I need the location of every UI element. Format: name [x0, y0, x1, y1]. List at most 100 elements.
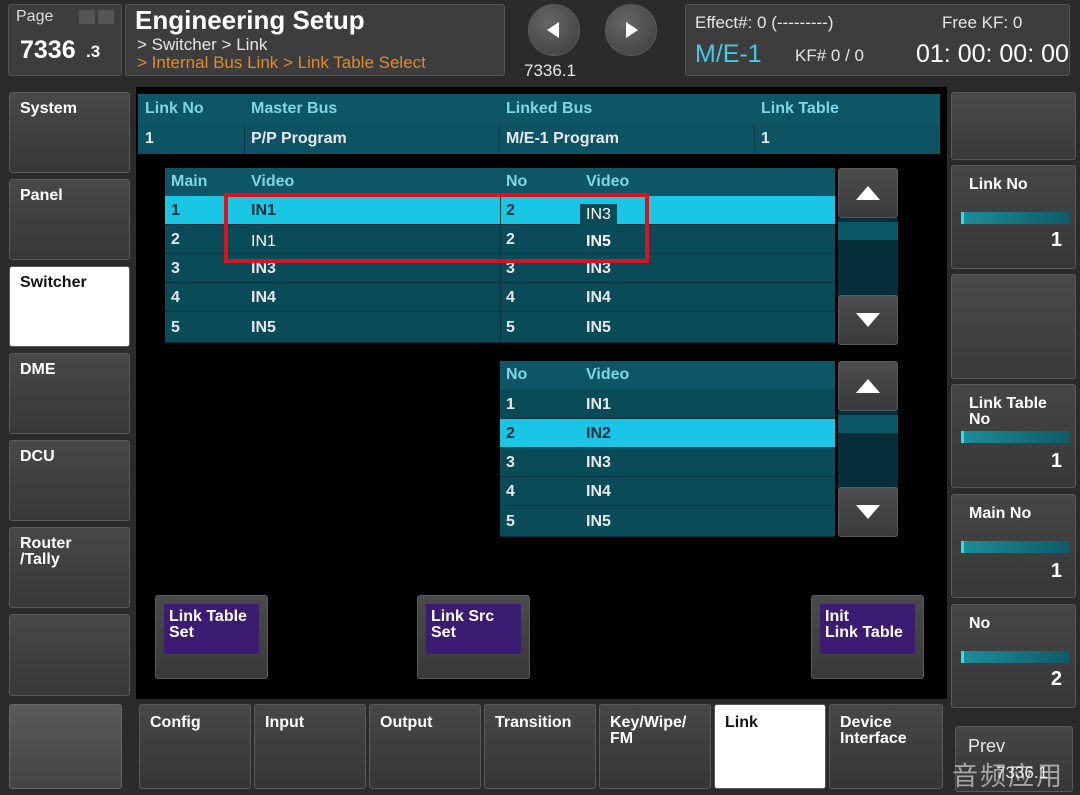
me-indicator: M/E-1 — [695, 40, 762, 68]
tab-label: Device Interface — [840, 714, 907, 747]
link-table-row[interactable]: 1 P/P Program M/E-1 Program 1 — [138, 124, 940, 154]
bottom-left-button[interactable] — [9, 704, 122, 789]
table-cell: 2 — [171, 231, 180, 248]
sidebar-item-dcu[interactable]: DCU — [9, 440, 130, 521]
param-label: Link Table No — [969, 395, 1047, 428]
table-cell: 5 — [506, 513, 515, 530]
param-label: Link No — [969, 176, 1028, 193]
param-level-bar — [961, 212, 1070, 224]
column-header: Linked Bus — [506, 100, 593, 117]
sidebar-empty-slot — [9, 614, 130, 696]
scroll-up-button[interactable] — [838, 168, 898, 218]
table-cell: IN3 — [586, 454, 611, 471]
scrollbar-thumb[interactable] — [838, 222, 898, 240]
table-cell: IN4 — [586, 483, 611, 500]
scroll-down-button[interactable] — [838, 487, 898, 537]
column-header: Link No — [145, 100, 204, 117]
table-cell: 5 — [506, 319, 515, 336]
table-cell: IN4 — [586, 289, 611, 306]
table-cell: P/P Program — [251, 130, 347, 147]
button-label: Init Link Table — [825, 608, 903, 641]
param-no[interactable]: No 2 — [951, 604, 1076, 708]
tab-output[interactable]: Output — [369, 704, 481, 789]
prev-label: Prev — [968, 736, 1006, 756]
column-divider — [244, 124, 245, 154]
table-row[interactable]: 4 IN4 — [500, 477, 835, 506]
column-header: Video — [586, 366, 630, 383]
button-face: Link Src Set — [426, 604, 521, 654]
table-row[interactable]: 1 IN1 — [500, 390, 835, 419]
src-table-header: No Video — [500, 361, 835, 390]
sidebar-item-panel[interactable]: Panel — [9, 179, 130, 260]
button-label: Link Src Set — [431, 608, 495, 641]
param-value: 2 — [1050, 668, 1062, 690]
scrollbar-thumb[interactable] — [838, 415, 898, 433]
link-src-set-button[interactable]: Link Src Set — [417, 595, 530, 679]
param-value: 1 — [1050, 229, 1062, 251]
breadcrumb-current: > Internal Bus Link > Link Table Select — [137, 53, 426, 72]
tab-device-interface[interactable]: Device Interface — [829, 704, 943, 789]
param-level-bar — [961, 541, 1070, 553]
tab-label: Output — [380, 714, 433, 731]
effect-status: Effect#: 0 (---------) — [695, 13, 834, 32]
table-cell: IN5 — [586, 319, 611, 336]
column-divider — [754, 124, 755, 154]
chevron-left-icon — [547, 22, 559, 38]
next-page-button[interactable] — [605, 4, 657, 56]
table-cell: IN5 — [586, 513, 611, 530]
tab-link[interactable]: Link — [714, 704, 826, 789]
link-table-set-button[interactable]: Link Table Set — [155, 595, 268, 679]
tab-label: Key/Wipe/ FM — [610, 714, 687, 747]
table-cell: 1 — [171, 202, 180, 219]
scroll-up-button[interactable] — [838, 361, 898, 411]
button-face: Init Link Table — [820, 604, 915, 654]
page-label: Page — [16, 8, 54, 25]
column-header: Master Bus — [251, 100, 338, 117]
table-cell: 3 — [506, 454, 515, 471]
tab-label: Link — [725, 714, 758, 731]
table-cell: M/E-1 Program — [506, 130, 619, 147]
init-link-table-button[interactable]: Init Link Table — [811, 595, 924, 679]
table-cell: 5 — [171, 319, 180, 336]
table-row[interactable]: 3 IN3 — [500, 448, 835, 477]
sidebar-item-system[interactable]: System — [9, 92, 130, 173]
table-cell: IN1 — [586, 396, 611, 413]
sidebar-item-dme[interactable]: DME — [9, 353, 130, 434]
scroll-down-button[interactable] — [838, 295, 898, 345]
highlight-box — [224, 193, 649, 263]
button-label: Link Table Set — [169, 608, 247, 641]
param-link-no[interactable]: Link No 1 — [951, 165, 1076, 269]
arrow-down-icon — [856, 313, 880, 327]
sidebar-item-switcher[interactable]: Switcher — [9, 266, 130, 347]
page-indicator-square — [98, 10, 114, 24]
param-link-table-no[interactable]: Link Table No 1 — [951, 384, 1076, 488]
sidebar-item-label: Router /Tally — [20, 535, 72, 568]
prev-page-button[interactable] — [528, 4, 580, 56]
param-label: No — [969, 615, 991, 632]
param-label: Main No — [969, 505, 1032, 522]
table-row[interactable]: 2 IN2 — [500, 419, 835, 448]
page-number: 7336 — [20, 36, 76, 64]
scrollbar-track[interactable] — [838, 218, 898, 298]
scrollbar-track[interactable] — [838, 411, 898, 491]
sidebar-item-router-tally[interactable]: Router /Tally — [9, 527, 130, 608]
table-row[interactable]: 5 IN5 — [500, 506, 835, 537]
tab-transition[interactable]: Transition — [484, 704, 596, 789]
tab-label: Input — [265, 714, 305, 731]
tab-key-wipe-fm[interactable]: Key/Wipe/ FM — [599, 704, 711, 789]
tab-input[interactable]: Input — [254, 704, 366, 789]
table-cell: 4 — [171, 289, 180, 306]
column-header: Video — [251, 173, 295, 190]
table-cell: 4 — [506, 483, 515, 500]
table-cell: 2 — [506, 425, 515, 442]
table-cell: IN4 — [251, 289, 276, 306]
table-cell: IN5 — [251, 319, 276, 336]
column-divider — [499, 124, 500, 154]
param-value: 1 — [1050, 450, 1062, 472]
tab-label: Config — [150, 714, 201, 731]
param-main-no[interactable]: Main No 1 — [951, 494, 1076, 598]
tab-config[interactable]: Config — [139, 704, 251, 789]
param-empty-slot — [951, 274, 1076, 379]
table-cell: 1 — [145, 130, 154, 147]
link-table-header: Link No Master Bus Linked Bus Link Table — [138, 94, 940, 124]
